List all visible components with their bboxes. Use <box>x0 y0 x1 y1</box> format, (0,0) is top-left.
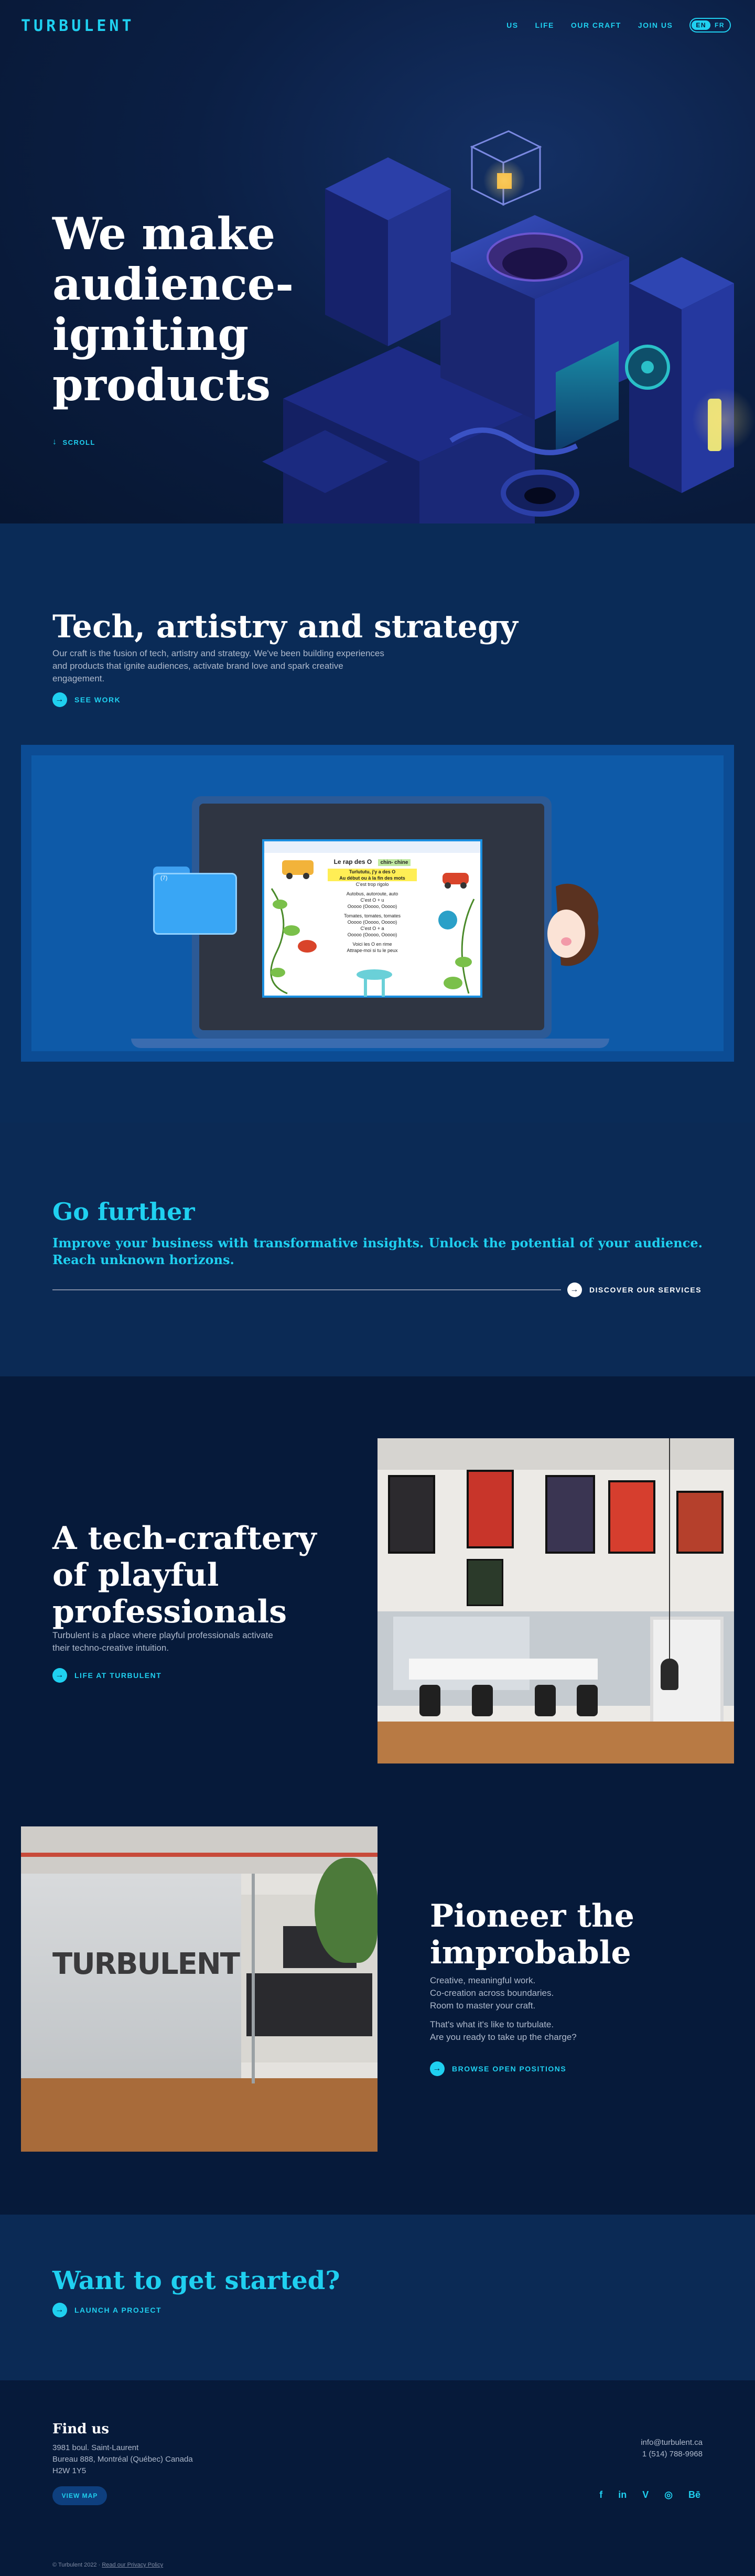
lang-en[interactable]: EN <box>692 20 710 30</box>
vine-right-illustration <box>438 873 475 994</box>
life-at-turbulent-link[interactable]: → LIFE AT TURBULENT <box>52 1668 161 1683</box>
hero-title-line-1: We make audience- <box>52 208 294 310</box>
copyright: © Turbulent 2022 · Read our Privacy Poli… <box>52 2562 163 2568</box>
vine-left-illustration <box>270 860 317 995</box>
table-illustration <box>357 969 392 997</box>
tech-title: Tech, artistry and strategy <box>52 608 518 645</box>
scroll-indicator[interactable]: ↓ SCROLL <box>52 437 95 447</box>
nav-link-life[interactable]: LIFE <box>535 21 554 29</box>
launch-project-link[interactable]: → LAUNCH A PROJECT <box>52 2303 161 2317</box>
facebook-icon[interactable]: f <box>599 2489 602 2500</box>
hero-title-line-2: igniting products <box>52 308 271 411</box>
social-links: f in V ◎ Bē <box>599 2489 700 2500</box>
view-map-button[interactable]: VIEW MAP <box>52 2486 107 2505</box>
find-us-heading: Find us <box>52 2421 110 2437</box>
phone-link[interactable]: 1 (514) 788-9968 <box>641 2449 703 2460</box>
document-toolbar <box>264 841 480 853</box>
launch-project-label: LAUNCH A PROJECT <box>74 2306 162 2314</box>
turbulent-logo[interactable]: TURBULENT <box>21 17 135 35</box>
tech-body: Our craft is the fusion of tech, artistr… <box>52 648 384 683</box>
hero-title: We make audience- igniting products <box>52 209 451 410</box>
laptop-base <box>131 1039 609 1048</box>
folder-count: (7) <box>160 875 168 881</box>
browse-positions-link[interactable]: → BROWSE OPEN POSITIONS <box>430 2061 566 2076</box>
browse-positions-label: BROWSE OPEN POSITIONS <box>452 2065 567 2073</box>
worksheet-document: Le rap des O chin- chine Turlututu, j'y … <box>262 839 482 998</box>
get-started-section <box>0 2215 755 2380</box>
character-illustration <box>547 883 599 966</box>
office-photo <box>378 1438 734 1763</box>
lang-fr[interactable]: FR <box>710 20 729 30</box>
discover-services-link[interactable]: → DISCOVER OUR SERVICES <box>567 1282 702 1297</box>
craftery-title: A tech-craftery of playful professionals <box>52 1520 317 1630</box>
privacy-policy-link[interactable]: Read our Privacy Policy <box>102 2562 163 2568</box>
glass-wall-logo: TURBULENT <box>52 1947 240 1981</box>
copyright-text: © Turbulent 2022 · <box>52 2562 101 2568</box>
behance-icon[interactable]: Bē <box>688 2489 700 2500</box>
see-work-label: SEE WORK <box>74 696 121 704</box>
folder-icon: (7) <box>153 867 237 935</box>
craftery-body: Turbulent is a place where playful profe… <box>52 1630 273 1653</box>
hero-section: We make audience- igniting products ↓ SC… <box>0 0 755 523</box>
contact: info@turbulent.ca 1 (514) 788-9968 <box>641 2437 703 2460</box>
nav-link-join-us[interactable]: JOIN US <box>638 21 673 29</box>
language-switch: EN FR <box>689 18 731 33</box>
arrow-right-icon: → <box>567 1282 582 1297</box>
pioneer-title: Pioneer the improbable <box>430 1898 634 1971</box>
pioneer-body: Creative, meaningful work. Co-creation a… <box>430 1975 577 2042</box>
see-work-link[interactable]: → SEE WORK <box>52 692 121 707</box>
glass-wall-photo: TURBULENT <box>21 1826 378 2152</box>
footer <box>0 2380 755 2576</box>
instagram-icon[interactable]: ◎ <box>664 2489 673 2500</box>
arrow-right-icon: → <box>52 692 67 707</box>
get-started-title: Want to get started? <box>52 2266 340 2295</box>
top-nav: TURBULENT US LIFE OUR CRAFT JOIN US EN F… <box>0 0 755 50</box>
nav-link-us[interactable]: US <box>506 21 518 29</box>
divider-line <box>52 1289 561 1290</box>
go-further-title: Go further <box>52 1198 195 1226</box>
nav-links: US LIFE OUR CRAFT JOIN US EN FR <box>506 18 731 33</box>
discover-services-label: DISCOVER OUR SERVICES <box>589 1286 702 1294</box>
address: 3981 boul. Saint-Laurent Bureau 888, Mon… <box>52 2443 193 2475</box>
go-further-body: Improve your business with transformativ… <box>52 1235 703 1267</box>
scroll-label: SCROLL <box>62 438 95 446</box>
nav-link-our-craft[interactable]: OUR CRAFT <box>571 21 621 29</box>
arrow-right-icon: → <box>52 2303 67 2317</box>
linkedin-icon[interactable]: in <box>618 2489 627 2500</box>
email-link[interactable]: info@turbulent.ca <box>641 2437 703 2449</box>
arrow-right-icon: → <box>430 2061 445 2076</box>
arrow-right-icon: → <box>52 1668 67 1683</box>
life-at-turbulent-label: LIFE AT TURBULENT <box>74 1671 162 1680</box>
arrow-down-icon: ↓ <box>52 437 58 446</box>
document-lines: Turlututu, j'y a des O Au début ou à la … <box>328 869 417 954</box>
vimeo-icon[interactable]: V <box>642 2489 649 2500</box>
